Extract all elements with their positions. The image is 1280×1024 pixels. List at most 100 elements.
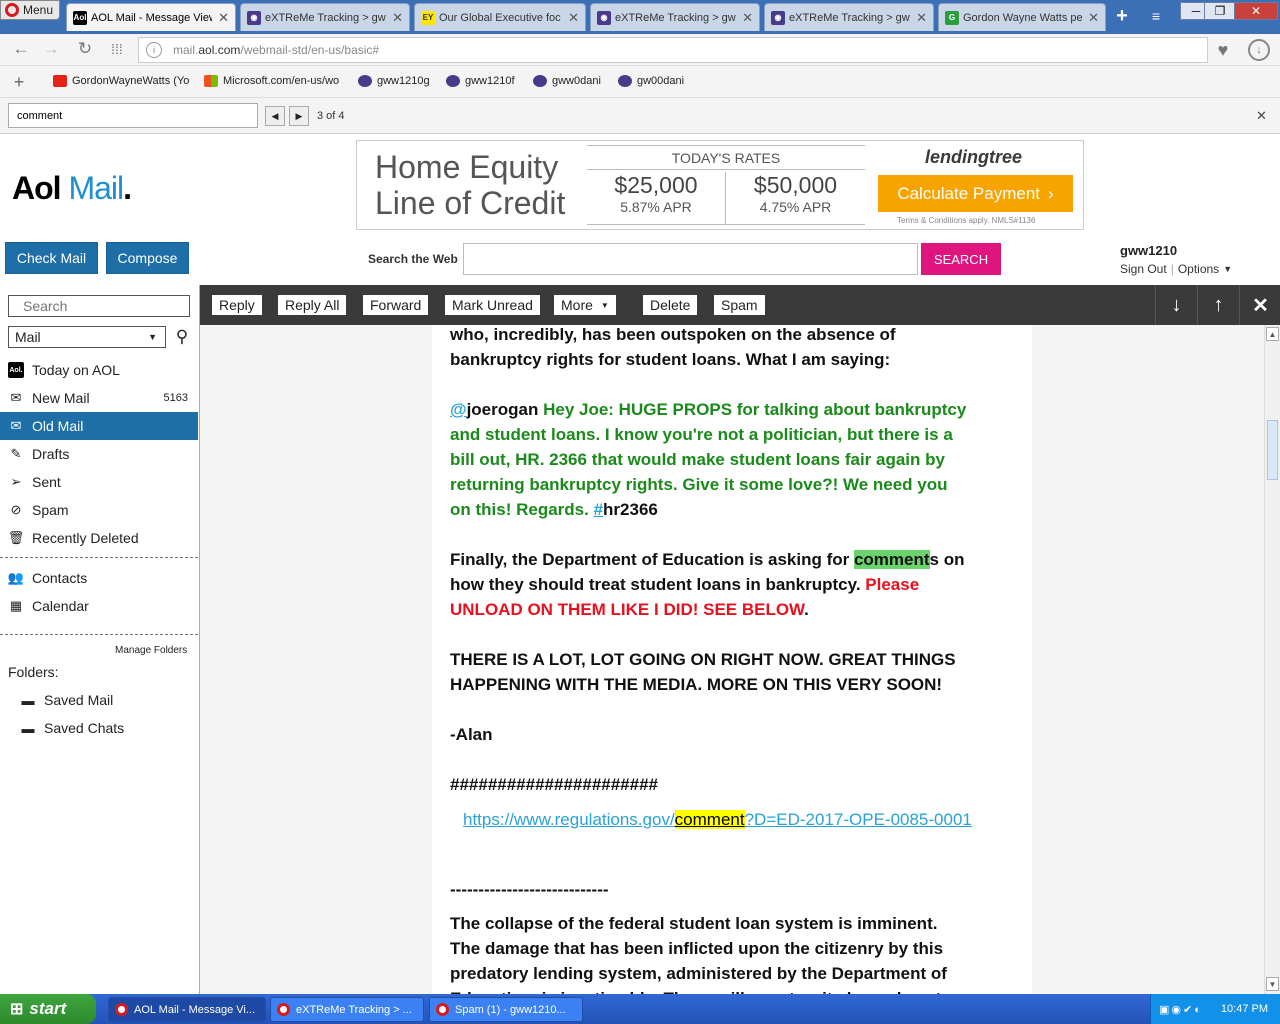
back-icon[interactable]: ← [10, 39, 32, 59]
maximize-icon[interactable]: ❐ [1204, 2, 1236, 20]
window-close-icon[interactable]: ✕ [1234, 2, 1278, 20]
search-web-button[interactable]: SEARCH [921, 243, 1001, 275]
folder-saved-mail[interactable]: ▬ Saved Mail [0, 686, 198, 714]
sidebar-item-drafts[interactable]: ✎ Drafts [0, 440, 198, 468]
chevron-right-icon: › [1048, 183, 1054, 203]
bookmark-gww1210f[interactable]: gww1210f [446, 75, 515, 87]
tab-extreme-1[interactable]: ◉ eXTReMe Tracking > gww ✕ [240, 3, 410, 31]
extreme-icon: ◉ [247, 10, 261, 25]
next-message-icon[interactable]: ↓ [1155, 285, 1197, 325]
options-link[interactable]: Options [1178, 262, 1219, 276]
drafts-icon: ✎ [10, 446, 22, 461]
close-icon[interactable]: ✕ [742, 10, 753, 26]
forward-button[interactable]: Forward [363, 295, 429, 315]
bookmark-gww0dani[interactable]: gww0dani [533, 75, 601, 87]
url-input[interactable]: mail. aol.com/webmail-std/en-us/basic# [138, 37, 1208, 63]
find-close-icon[interactable]: ✕ [1256, 108, 1267, 124]
aol-mail-logo[interactable]: Aol Mail. [12, 170, 132, 207]
spam-button[interactable]: Spam [714, 295, 765, 315]
close-message-icon[interactable]: ✕ [1239, 285, 1280, 325]
check-mail-button[interactable]: Check Mail [5, 242, 98, 274]
manage-folders-link[interactable]: Manage Folders [115, 645, 187, 656]
tab-aol-mail[interactable]: Aol AOL Mail - Message View ✕ [66, 3, 236, 31]
chevron-down-icon: ▼ [600, 300, 609, 310]
close-icon[interactable]: ✕ [1088, 10, 1099, 26]
speed-dial-icon[interactable]: ⁞⁞⁞ [106, 39, 128, 59]
find-prev-icon[interactable]: ◀ [265, 106, 285, 126]
taskbar-item-extreme[interactable]: eXTReMe Tracking > ... [270, 997, 424, 1022]
site-info-icon[interactable]: i [146, 42, 162, 58]
system-tray: ▣◉✔◐ 10:47 PM [1150, 994, 1280, 1024]
close-icon[interactable]: ✕ [218, 10, 229, 26]
calculate-payment-button[interactable]: Calculate Payment › [878, 175, 1073, 212]
find-match-current: comment [674, 810, 745, 829]
calendar-icon: ▦ [9, 598, 23, 613]
mention-link[interactable]: @ [450, 400, 467, 419]
opera-icon [436, 1003, 449, 1016]
download-icon[interactable]: ↓ [1248, 39, 1270, 61]
extreme-icon: ◉ [597, 10, 611, 25]
ad-headline: Home Equity Line of Credit [375, 149, 566, 221]
close-icon[interactable]: ✕ [392, 10, 403, 26]
sidebar-item-today[interactable]: Aol. Today on AOL [0, 356, 198, 384]
tab-extreme-2[interactable]: ◉ eXTReMe Tracking > gww ✕ [590, 3, 760, 31]
search-scope-select[interactable]: Mail ▼ [8, 326, 166, 348]
bookmark-youtube[interactable]: GordonWayneWatts (Yo [53, 75, 189, 87]
tab-menu-icon[interactable]: ≡ [1146, 6, 1166, 26]
start-button[interactable]: ⊞ start [0, 994, 96, 1024]
tab-ey[interactable]: EY Our Global Executive foc ✕ [414, 3, 586, 31]
browser-menu-button[interactable]: Menu [0, 0, 60, 20]
heart-icon[interactable]: ♥ [1212, 39, 1234, 61]
ey-icon: EY [421, 10, 435, 25]
bookmark-gww1210g[interactable]: gww1210g [358, 75, 430, 87]
windows-logo-icon: ⊞ [10, 1001, 24, 1018]
sidebar-item-new-mail[interactable]: ✉ New Mail 5163 [0, 384, 198, 412]
forward-icon[interactable]: → [40, 39, 62, 59]
tab-extreme-3[interactable]: ◉ eXTReMe Tracking > gww ✕ [764, 3, 934, 31]
scroll-up-icon[interactable]: ▲ [1266, 327, 1279, 341]
tray-icons[interactable]: ▣◉✔◐ [1159, 1003, 1203, 1016]
ad-rates: TODAY'S RATES $25,000 5.87% APR $50,000 … [587, 145, 865, 225]
reload-icon[interactable]: ↻ [74, 39, 96, 59]
divider [0, 634, 198, 635]
sign-out-link[interactable]: Sign Out [1120, 262, 1167, 276]
add-bookmark-icon[interactable]: + [10, 72, 28, 92]
reply-button[interactable]: Reply [212, 295, 262, 315]
folder-icon: ▬ [21, 692, 35, 708]
reply-all-button[interactable]: Reply All [278, 295, 347, 315]
mark-unread-button[interactable]: Mark Unread [445, 295, 540, 315]
bookmark-microsoft[interactable]: Microsoft.com/en-us/wo [204, 75, 339, 87]
sidebar-item-sent[interactable]: ➢ Sent [0, 468, 198, 496]
taskbar-item-aol[interactable]: AOL Mail - Message Vi... [108, 997, 266, 1022]
regulations-link[interactable]: https://www.regulations.gov/comment?D=ED… [463, 807, 972, 832]
more-button[interactable]: More ▼ [554, 295, 616, 315]
sidebar-item-calendar[interactable]: ▦ Calendar [0, 592, 198, 620]
advertisement-banner[interactable]: Home Equity Line of Credit TODAY'S RATES… [356, 140, 1084, 230]
taskbar-item-spam[interactable]: Spam (1) - gww1210... [429, 997, 583, 1022]
sidebar-search-input[interactable] [8, 295, 190, 317]
hashtag-link[interactable]: # [594, 500, 603, 519]
extreme-icon [533, 75, 547, 87]
search-web-input[interactable] [463, 243, 918, 275]
sidebar-item-recently-deleted[interactable]: 🗑 Recently Deleted [0, 524, 198, 552]
scroll-thumb[interactable] [1267, 420, 1278, 480]
sidebar-item-contacts[interactable]: 👥 Contacts [0, 564, 198, 592]
search-icon[interactable]: ⚲ [172, 327, 192, 347]
bookmark-gw00dani[interactable]: gw00dani [618, 75, 684, 87]
close-icon[interactable]: ✕ [916, 10, 927, 26]
folder-saved-chats[interactable]: ▬ Saved Chats [0, 714, 198, 742]
tab-gordon[interactable]: G Gordon Wayne Watts pe ✕ [938, 3, 1106, 31]
close-icon[interactable]: ✕ [568, 10, 579, 26]
chevron-down-icon: ▼ [1223, 264, 1233, 274]
compose-button[interactable]: Compose [106, 242, 189, 274]
previous-message-icon[interactable]: ↑ [1197, 285, 1239, 325]
user-links: Sign Out | Options ▼ [1120, 262, 1233, 276]
new-tab-icon[interactable]: + [1112, 5, 1132, 27]
sidebar-item-old-mail[interactable]: ✉ Old Mail [0, 412, 198, 440]
find-input[interactable] [8, 103, 258, 128]
message-scrollbar[interactable]: ▲ ▼ [1264, 325, 1280, 995]
find-next-icon[interactable]: ▶ [289, 106, 309, 126]
delete-button[interactable]: Delete [643, 295, 698, 315]
sidebar-item-spam[interactable]: ⊘ Spam [0, 496, 198, 524]
scroll-down-icon[interactable]: ▼ [1266, 977, 1279, 991]
